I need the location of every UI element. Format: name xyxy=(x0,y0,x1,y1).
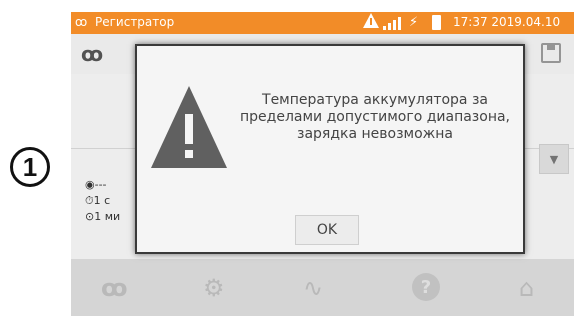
status-bar: ꝏ Регистратор ⚡ 17:37 2019.04.10 xyxy=(71,12,574,34)
warning-icon xyxy=(151,86,227,168)
app-title: Регистратор xyxy=(95,15,175,29)
battery-icon xyxy=(432,15,441,30)
plug-icon: ⚡ xyxy=(409,15,419,30)
warning-icon-mark xyxy=(370,18,372,25)
callout-number: 1 xyxy=(10,147,50,187)
recorder-icon: ꝏ xyxy=(75,15,88,29)
dialog-message: Температура аккумулятора за пределами до… xyxy=(240,92,510,142)
datetime: 17:37 2019.04.10 xyxy=(453,15,561,29)
signal-icon xyxy=(383,16,403,30)
ok-button[interactable]: OK xyxy=(295,215,359,245)
alert-dialog: Температура аккумулятора за пределами до… xyxy=(135,44,525,254)
device-screen: ꝏ Регистратор ⚡ 17:37 2019.04.10 ꝏ ▼ ◉--… xyxy=(71,12,574,316)
